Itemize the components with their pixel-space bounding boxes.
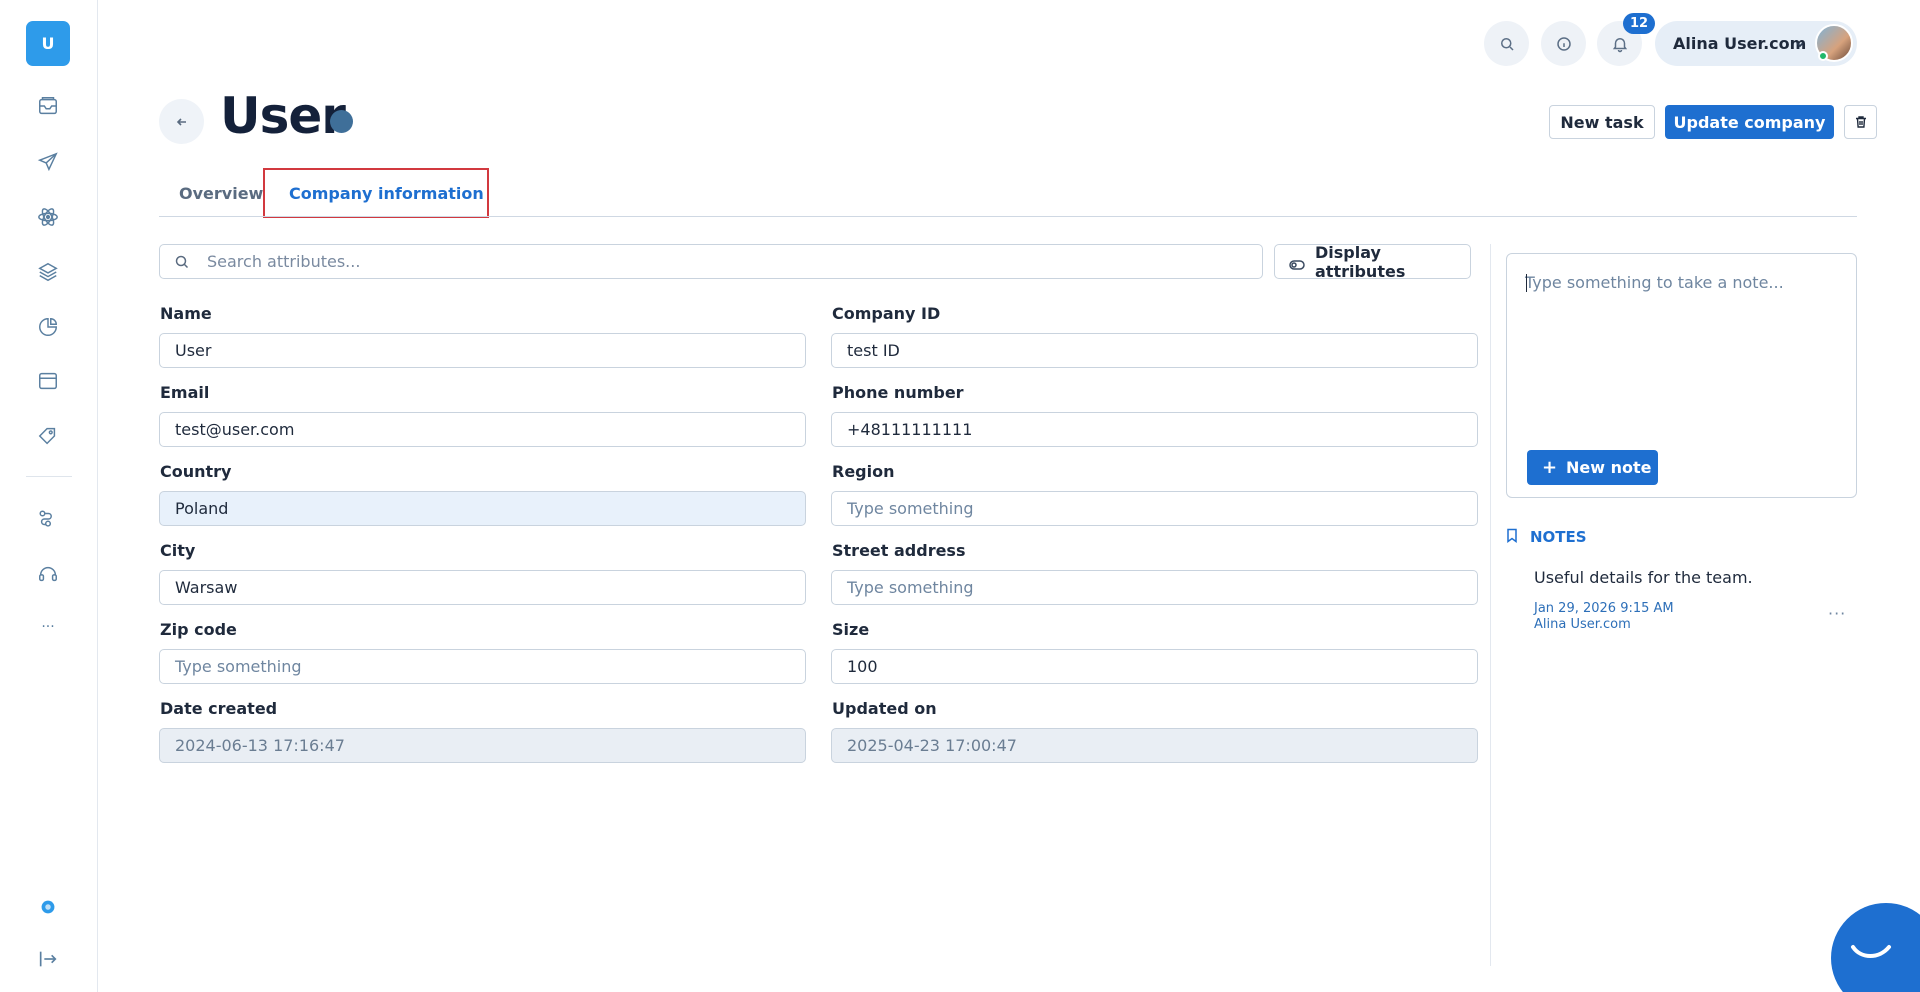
tabs-divider <box>159 216 1857 217</box>
app-logo[interactable]: U <box>26 21 70 66</box>
trash-icon <box>1855 116 1866 128</box>
search-attributes-input[interactable]: Search attributes... <box>159 244 1263 279</box>
info-icon <box>1556 36 1571 51</box>
company-id-label: Company ID <box>832 304 941 323</box>
date-created-field: 2024-06-13 17:16:47 <box>159 728 806 763</box>
country-field[interactable]: Poland <box>159 491 806 526</box>
note-placeholder: Type something to take a note... <box>1525 273 1784 292</box>
country-label: Country <box>160 462 232 481</box>
city-field[interactable]: Warsaw <box>159 570 806 605</box>
atom-icon[interactable] <box>34 203 62 231</box>
note-item-date: Jan 29, 2026 9:15 AM <box>1534 601 1674 616</box>
note-more-options-icon[interactable]: ··· <box>1828 604 1846 623</box>
new-note-button[interactable]: + New note <box>1527 450 1658 485</box>
update-company-button[interactable]: Update company <box>1665 105 1834 139</box>
note-item-author: Alina User.com <box>1534 617 1631 632</box>
chart-pie-icon[interactable] <box>34 313 62 341</box>
page-title: User <box>220 87 346 145</box>
note-item-text: Useful details for the team. <box>1534 568 1753 587</box>
plus-icon: + <box>1542 457 1558 478</box>
arrow-left-icon <box>176 117 186 126</box>
chat-smile-icon <box>1851 945 1891 958</box>
delete-button[interactable] <box>1844 105 1877 139</box>
logout-icon[interactable] <box>34 945 62 973</box>
notification-badge: 12 <box>1623 13 1656 34</box>
search-icon <box>174 254 190 274</box>
chevron-down-icon <box>1794 35 1806 54</box>
inbox-icon[interactable] <box>34 92 62 120</box>
text-caret <box>1526 274 1527 292</box>
size-field[interactable]: 100 <box>831 649 1478 684</box>
tab-highlight-frame <box>263 168 489 218</box>
search-icon <box>1500 37 1514 51</box>
layers-icon[interactable] <box>34 258 62 286</box>
back-button[interactable] <box>159 99 204 144</box>
display-attributes-label: Display attributes <box>1315 242 1406 281</box>
phone-field[interactable]: +48111111111 <box>831 412 1478 447</box>
tab-overview[interactable]: Overview <box>179 184 263 203</box>
notes-heading: NOTES <box>1530 528 1587 546</box>
online-status-dot <box>1818 51 1828 61</box>
phone-label: Phone number <box>832 383 964 402</box>
new-task-button[interactable]: New task <box>1549 105 1655 139</box>
city-label: City <box>160 541 196 560</box>
chat-widget-button[interactable] <box>1831 903 1920 992</box>
region-label: Region <box>832 462 895 481</box>
toggle-icon <box>1289 256 1305 275</box>
bell-icon <box>1612 37 1627 52</box>
updated-on-label: Updated on <box>832 699 937 718</box>
street-address-field[interactable]: Type something <box>831 570 1478 605</box>
sidebar-separator <box>26 476 72 477</box>
zip-code-field[interactable]: Type something <box>159 649 806 684</box>
search-button[interactable] <box>1484 21 1529 66</box>
name-field[interactable]: User <box>159 333 806 368</box>
updated-on-field: 2025-04-23 17:00:47 <box>831 728 1478 763</box>
email-field[interactable]: test@user.com <box>159 412 806 447</box>
company-status-dot <box>330 110 353 133</box>
bookmark-icon <box>1506 528 1518 547</box>
street-address-label: Street address <box>832 541 966 560</box>
browser-window-icon[interactable] <box>34 367 62 395</box>
sidebar: U ··· <box>0 0 98 992</box>
panel-divider <box>1490 244 1491 966</box>
send-icon[interactable] <box>34 148 62 176</box>
zip-code-label: Zip code <box>160 620 237 639</box>
name-label: Name <box>160 304 212 323</box>
help-dot-icon[interactable] <box>34 893 62 921</box>
email-label: Email <box>160 383 210 402</box>
flow-icon[interactable] <box>34 505 62 533</box>
size-label: Size <box>832 620 870 639</box>
company-id-field[interactable]: test ID <box>831 333 1478 368</box>
more-icon[interactable]: ··· <box>34 613 62 641</box>
info-button[interactable] <box>1541 21 1586 66</box>
user-name: Alina User.com <box>1673 34 1807 53</box>
region-field[interactable]: Type something <box>831 491 1478 526</box>
tag-icon[interactable] <box>34 422 62 450</box>
date-created-label: Date created <box>160 699 278 718</box>
headset-icon[interactable] <box>34 560 62 588</box>
display-attributes-button[interactable]: Display attributes <box>1274 242 1471 281</box>
search-attributes-placeholder: Search attributes... <box>207 252 361 271</box>
new-note-label: New note <box>1566 458 1652 477</box>
